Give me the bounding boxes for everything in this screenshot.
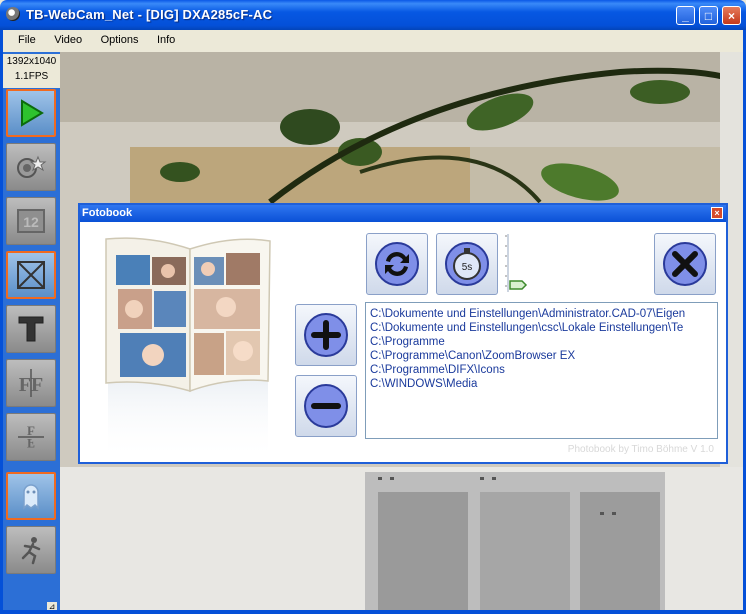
motion-detect-button[interactable] [6,526,56,574]
fps-text: 1.1FPS [14,71,49,82]
play-icon [21,99,44,127]
list-item[interactable]: C:\Dokumente und Einstellungen\Administr… [366,307,717,321]
camera-settings-button[interactable] [6,143,56,191]
rotate-camera-icon [375,242,419,286]
minus-icon [304,384,348,428]
fit-frame-icon [17,261,45,289]
flip-horizontal-button[interactable]: FF [6,359,56,407]
menu-options[interactable]: Options [101,30,139,46]
maximize-button[interactable]: □ [699,6,718,25]
svg-text:F: F [27,436,35,451]
left-toolbar: 1392x1040 1.1FPS 12 FF F F ⊿ [0,52,60,614]
cancel-button[interactable] [654,233,716,295]
resolution-readout: 1392x1040 1.1FPS [3,54,60,88]
play-button[interactable] [6,89,56,137]
timer-label: 5s [462,262,473,273]
menu-video[interactable]: Video [54,30,82,46]
list-item[interactable]: C:\Programme\Canon\ZoomBrowser EX [366,349,717,363]
fit-frame-button[interactable] [6,251,56,299]
dialog-title-bar[interactable]: Fotobook × [80,205,726,222]
slider-track [505,234,528,292]
list-item[interactable]: C:\Programme\DIFX\Icons [366,363,717,377]
svg-text:F: F [27,423,35,438]
flip-vertical-button[interactable]: F F [6,413,56,461]
menu-info[interactable]: Info [157,30,175,46]
stopwatch-icon: 5s [445,242,489,286]
dialog-close-button[interactable]: × [711,207,723,219]
text-overlay-icon [18,316,44,342]
text-overlay-button[interactable] [6,305,56,353]
remove-folder-button[interactable] [295,375,357,437]
camera-settings-icon [17,155,47,178]
svg-text:12: 12 [23,214,39,230]
flip-horizontal-icon: FF [19,369,43,397]
running-man-icon [21,537,41,565]
window-title: TB-WebCam_Net - [DIG] DXA285cF-AC [26,7,273,22]
credit-text: Photobook by Timo Böhme V 1.0 [567,444,714,455]
counter-icon: 12 [17,209,45,233]
close-button[interactable]: × [722,6,741,25]
list-item[interactable]: C:\Dokumente und Einstellungen\csc\Lokal… [366,321,717,335]
rotate-button[interactable] [366,233,428,295]
folder-path-list[interactable]: C:\Dokumente und Einstellungen\Administr… [365,302,718,439]
fotobook-dialog: Fotobook × 5s C:\Dokumente und Einstellu… [78,203,728,464]
counter-button[interactable]: 12 [6,197,56,245]
dialog-title: Fotobook [82,207,133,219]
title-bar[interactable]: TB-WebCam_Net - [DIG] DXA285cF-AC _ □ × [0,0,746,30]
ghost-icon [23,484,39,510]
photobook-illustration [105,237,271,461]
plus-icon [304,313,348,357]
resolution-text: 1392x1040 [6,56,57,67]
window-bottom-border [0,610,746,614]
flip-vertical-icon: F F [18,423,44,451]
slider-thumb-icon [509,280,528,290]
menu-bar: File Video Options Info [0,30,746,52]
x-close-icon [663,242,707,286]
ghost-button[interactable] [6,472,56,520]
webcam-app-icon[interactable] [6,7,20,21]
add-folder-button[interactable] [295,304,357,366]
timer-slider[interactable] [504,232,530,296]
menu-file[interactable]: File [18,30,36,46]
minimize-button[interactable]: _ [676,6,695,25]
timer-button[interactable]: 5s [436,233,498,295]
list-item[interactable]: C:\WINDOWS\Media [366,377,717,391]
list-item[interactable]: C:\Programme [366,335,717,349]
